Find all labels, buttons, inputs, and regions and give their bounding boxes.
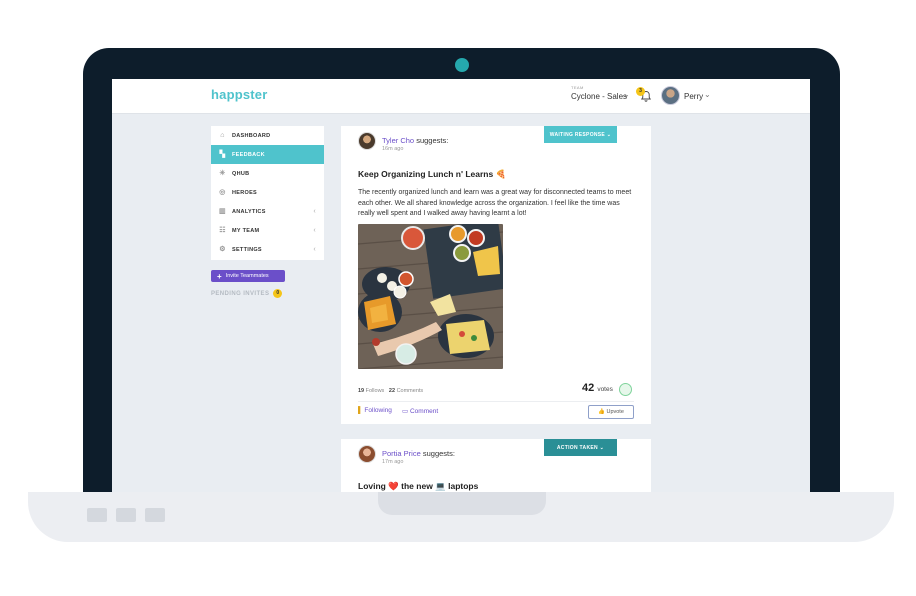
comments-label[interactable]: Comments <box>397 388 424 394</box>
post-author: Portia Price suggests: <box>382 449 455 458</box>
author-name-link[interactable]: Portia Price <box>382 449 421 458</box>
follows-label[interactable]: Follows <box>366 388 385 394</box>
sidebar-item-label: HEROES <box>232 189 258 196</box>
upvote-button[interactable]: 👍 Upvote <box>588 405 634 419</box>
divider <box>358 401 634 402</box>
home-icon: ⌂ <box>220 132 225 139</box>
app-logo[interactable]: happster <box>211 87 268 102</box>
comments-count: 22 <box>388 388 396 394</box>
chat-icon: ▚ <box>219 151 226 158</box>
user-avatar[interactable] <box>661 86 680 105</box>
post-title[interactable]: Keep Organizing Lunch n' Learns 🍕 <box>358 169 506 180</box>
pending-invites-label: PENDING INVITES <box>211 291 270 298</box>
follows-count: 19 <box>358 388 365 394</box>
post-timestamp: 16m ago <box>382 146 404 152</box>
author-name-link[interactable]: Tyler Cho <box>382 136 414 145</box>
following-button[interactable]: ▌ Following <box>358 407 392 414</box>
feedback-card: WAITING RESPONSE ⌄ Tyler Cho suggests: 1… <box>341 126 651 424</box>
user-menu[interactable]: Perry <box>684 92 703 101</box>
laptop-port <box>145 508 165 522</box>
laptop-mockup: happster TEAM Cyclone - Sales ⌄ 3 Perry … <box>0 0 916 596</box>
laptop-port <box>87 508 107 522</box>
sidebar-item-my-team[interactable]: ☷ MY TEAM ‹ <box>211 221 324 240</box>
laptop-notch <box>378 492 546 515</box>
comment-icon: ▭ <box>402 408 409 415</box>
following-label: Following <box>364 407 392 414</box>
votes-label: votes <box>597 386 613 393</box>
sidebar-item-qhub[interactable]: ✳ QHUB <box>211 164 324 183</box>
suggests-text: suggests: <box>420 449 455 458</box>
sidebar-item-dashboard[interactable]: ⌂ DASHBOARD <box>211 126 324 145</box>
bar-chart-icon: ▥ <box>219 208 226 215</box>
sidebar-item-label: MY TEAM <box>232 227 260 234</box>
sidebar-item-feedback[interactable]: ▚ FEEDBACK <box>211 145 324 164</box>
suggests-text: suggests: <box>414 136 449 145</box>
thumbs-up-icon: 👍 <box>598 409 605 415</box>
chevron-left-icon: ‹ <box>313 227 316 234</box>
sidebar-item-analytics[interactable]: ▥ ANALYTICS ‹ <box>211 202 324 221</box>
laptop-port <box>116 508 136 522</box>
author-avatar[interactable] <box>358 132 376 150</box>
team-switcher[interactable]: Cyclone - Sales <box>571 92 627 101</box>
chevron-down-icon: ⌄ <box>606 131 612 138</box>
chevron-left-icon: ‹ <box>313 208 316 215</box>
team-label: TEAM <box>571 85 584 90</box>
sidebar-nav: ⌂ DASHBOARD ▚ FEEDBACK ✳ QHUB ◎ HEROES ▥… <box>211 126 324 260</box>
chevron-left-icon: ‹ <box>313 246 316 253</box>
sidebar-item-label: QHUB <box>232 170 250 177</box>
plus-icon: + <box>217 271 222 281</box>
chevron-down-icon[interactable]: ⌄ <box>704 90 711 99</box>
status-label: ACTION TAKEN <box>556 444 598 451</box>
comment-button[interactable]: ▭ Comment <box>402 407 438 415</box>
post-timestamp: 17m ago <box>382 459 404 465</box>
invite-teammates-button[interactable]: + Invite Teammates <box>211 270 285 282</box>
sidebar-item-label: SETTINGS <box>232 246 262 253</box>
notification-badge: 3 <box>636 87 645 96</box>
sidebar-item-label: ANALYTICS <box>232 208 266 215</box>
status-dropdown[interactable]: ACTION TAKEN ⌄ <box>544 439 617 456</box>
sidebar-item-heroes[interactable]: ◎ HEROES <box>211 183 324 202</box>
vote-count: 42 votes <box>582 382 613 394</box>
post-title[interactable]: Loving ❤️ the new 💻 laptops <box>358 481 478 492</box>
team-icon: ☷ <box>219 227 226 234</box>
pending-invites-count: 0 <box>273 289 283 298</box>
comment-label: Comment <box>409 408 439 415</box>
sidebar-item-label: FEEDBACK <box>232 151 265 158</box>
sidebar-item-settings[interactable]: ⚙ SETTINGS ‹ <box>211 240 324 259</box>
chevron-down-icon: ⌄ <box>599 444 605 451</box>
webcam <box>455 58 469 72</box>
post-body: The recently organized lunch and learn w… <box>358 189 632 217</box>
invite-button-label: Invite Teammates <box>225 273 269 279</box>
votes-number: 42 <box>582 382 595 394</box>
badge-icon: ◎ <box>219 189 226 196</box>
post-stats: 19 Follows 22 Comments <box>358 388 423 394</box>
bookmark-icon: ▌ <box>358 407 363 414</box>
smiley-icon <box>619 383 632 396</box>
post-photo[interactable] <box>358 224 503 369</box>
upvote-label: Upvote <box>606 409 624 415</box>
author-avatar[interactable] <box>358 445 376 463</box>
status-label: WAITING RESPONSE <box>549 131 606 138</box>
post-author: Tyler Cho suggests: <box>382 136 448 145</box>
gear-icon: ⚙ <box>219 246 226 253</box>
feedback-card: ACTION TAKEN ⌄ Portia Price suggests: 17… <box>341 439 651 492</box>
spark-icon: ✳ <box>219 170 226 177</box>
pending-invites[interactable]: PENDING INVITES 0 <box>211 289 283 298</box>
top-bar: happster TEAM Cyclone - Sales ⌄ 3 Perry … <box>112 79 810 114</box>
app-screen: happster TEAM Cyclone - Sales ⌄ 3 Perry … <box>112 79 810 492</box>
status-dropdown[interactable]: WAITING RESPONSE ⌄ <box>544 126 617 143</box>
sidebar-item-label: DASHBOARD <box>232 132 271 139</box>
chevron-down-icon[interactable]: ⌄ <box>623 90 630 99</box>
